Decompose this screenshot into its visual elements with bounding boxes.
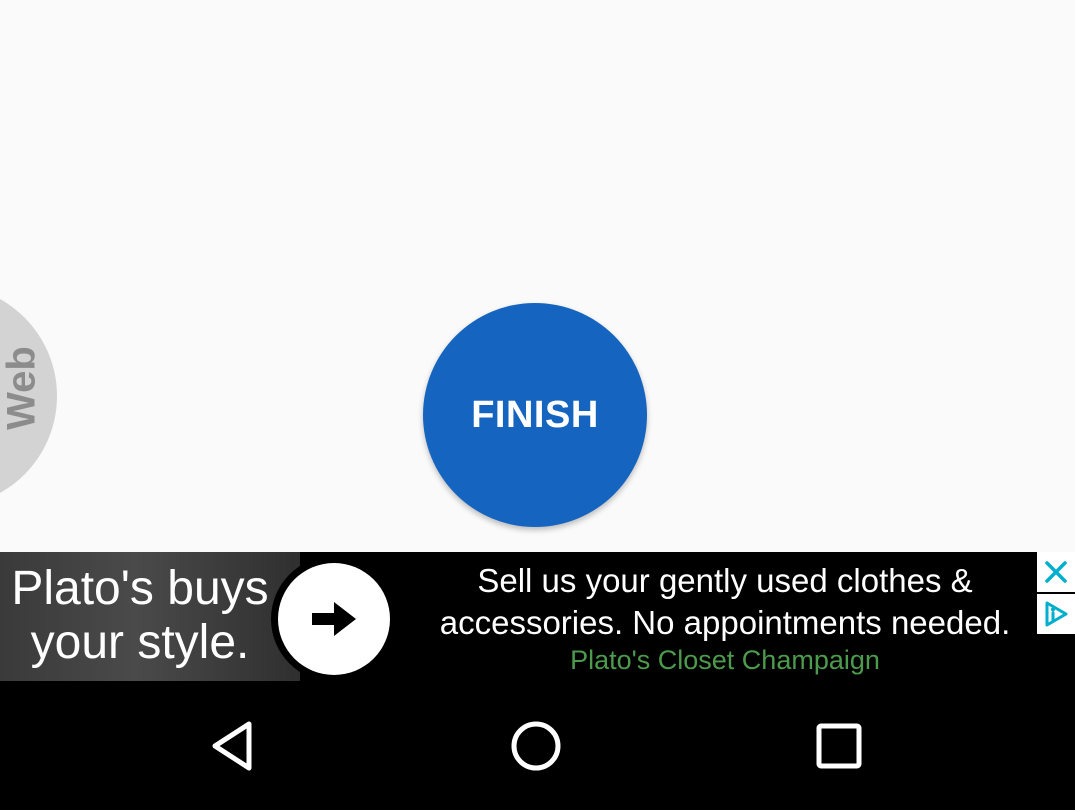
nav-home-button[interactable] xyxy=(496,711,576,781)
ad-text-block[interactable]: Sell us your gently used clothes & acces… xyxy=(410,560,1040,678)
ad-headline-line2: your style. xyxy=(30,616,250,669)
ad-close-button[interactable] xyxy=(1037,552,1075,592)
ad-banner[interactable]: Plato's buys your style. Sell us your ge… xyxy=(0,552,1075,681)
ad-body-line1: Sell us your gently used clothes & xyxy=(477,562,973,599)
nav-recents-button[interactable] xyxy=(799,711,879,781)
adchoices-button[interactable] xyxy=(1037,594,1075,634)
ad-advertiser: Plato's Closet Champaign xyxy=(570,645,880,675)
arrow-right-icon xyxy=(312,602,356,636)
web-side-tab-label[interactable]: Web xyxy=(0,346,45,430)
screen: Web FINISH Plato's buys your style. Sell… xyxy=(0,0,1075,810)
adchoices-icon xyxy=(1045,601,1068,627)
ad-open-button-face xyxy=(278,563,390,675)
ad-headline: Plato's buys your style. xyxy=(0,562,280,670)
ad-body-line2: accessories. No appointments needed. xyxy=(439,604,1011,641)
nav-back-button[interactable] xyxy=(193,711,273,781)
ad-open-button[interactable] xyxy=(271,556,397,681)
back-triangle-icon xyxy=(212,721,252,771)
recents-square-icon xyxy=(816,723,862,769)
home-circle-icon xyxy=(511,721,561,771)
close-icon xyxy=(1045,561,1067,583)
finish-button-label: FINISH xyxy=(471,393,599,436)
main-content: Web FINISH xyxy=(0,0,1075,552)
finish-button[interactable]: FINISH xyxy=(423,303,647,527)
android-nav-bar xyxy=(0,681,1075,810)
ad-image-panel[interactable]: Plato's buys your style. xyxy=(0,552,300,681)
ad-headline-line1: Plato's buys xyxy=(11,562,269,615)
